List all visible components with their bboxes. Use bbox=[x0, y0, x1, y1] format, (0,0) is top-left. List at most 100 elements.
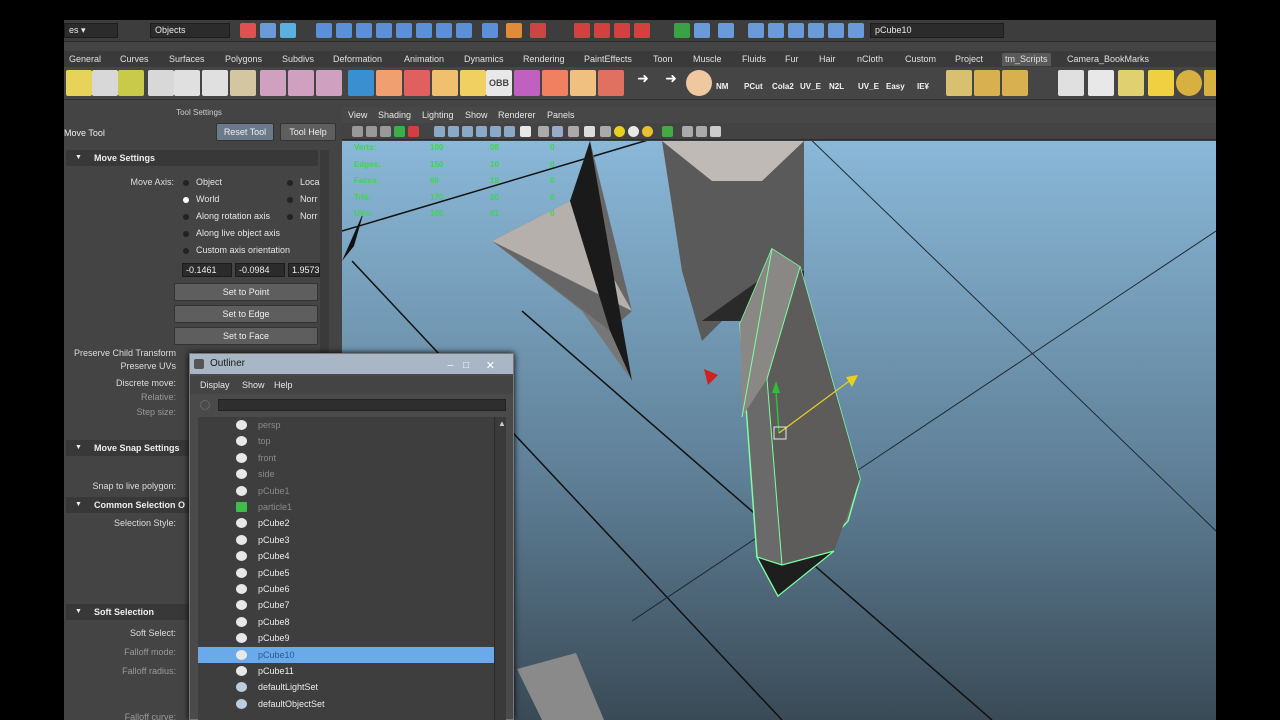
dots-icon[interactable] bbox=[598, 70, 624, 96]
minimize-icon[interactable]: – bbox=[447, 356, 453, 376]
outliner-item[interactable]: pCube10 bbox=[198, 646, 494, 663]
outliner-titlebar[interactable]: Outliner – □ ✕ bbox=[190, 354, 513, 374]
poly-cube-icon[interactable] bbox=[202, 70, 228, 96]
outliner-item[interactable]: pCube11 bbox=[198, 663, 494, 679]
cylinder-icon[interactable] bbox=[974, 70, 1000, 96]
outliner-item[interactable]: pCube8 bbox=[198, 614, 494, 630]
checker-icon[interactable] bbox=[1088, 70, 1114, 96]
outliner-item[interactable]: persp bbox=[198, 417, 494, 433]
snap-curve-red-icon[interactable] bbox=[594, 23, 610, 38]
viewport-menu-show[interactable]: Show bbox=[465, 110, 488, 120]
radio-rotation-axis[interactable] bbox=[183, 214, 189, 220]
fur-icon[interactable] bbox=[542, 70, 568, 96]
axis-y-field[interactable]: -0.0984 bbox=[235, 263, 285, 277]
shelf-tab-painteffects[interactable]: PaintEffects bbox=[581, 53, 635, 66]
select-misc-icon[interactable] bbox=[456, 23, 472, 38]
snap-surface-icon[interactable] bbox=[396, 23, 412, 38]
outliner-item[interactable]: pCube4 bbox=[198, 548, 494, 564]
shelf-tab-ncloth[interactable]: nCloth bbox=[854, 53, 886, 66]
outliner-item[interactable]: side bbox=[198, 466, 494, 482]
snap-plane-icon[interactable] bbox=[376, 23, 392, 38]
grid-toggle-icon[interactable] bbox=[408, 126, 419, 137]
select-tool-icon[interactable] bbox=[66, 70, 92, 96]
ep-curve-icon[interactable] bbox=[148, 70, 174, 96]
gear-icon[interactable] bbox=[1176, 70, 1202, 96]
light-icon[interactable] bbox=[614, 126, 625, 137]
shelf-tab-hair[interactable]: Hair bbox=[816, 53, 839, 66]
layout-icon[interactable] bbox=[828, 23, 844, 38]
maximize-icon[interactable]: □ bbox=[463, 356, 469, 376]
reset-tool-button[interactable]: Reset Tool bbox=[216, 123, 274, 141]
viewport-menu-shading[interactable]: Shading bbox=[378, 110, 411, 120]
snap-grid-icon[interactable] bbox=[316, 23, 332, 38]
color-ball-icon[interactable] bbox=[514, 70, 540, 96]
close-icon[interactable]: ✕ bbox=[486, 356, 495, 376]
share-icon[interactable] bbox=[710, 126, 721, 137]
outliner-item[interactable]: pCube1 bbox=[198, 483, 494, 499]
outliner-item[interactable]: particle1 bbox=[198, 499, 494, 515]
shelf-tab-fluids[interactable]: Fluids bbox=[739, 53, 769, 66]
nurbs-square-icon[interactable] bbox=[174, 70, 200, 96]
grid-icon[interactable] bbox=[1058, 70, 1084, 96]
uv-icon[interactable] bbox=[1118, 70, 1144, 96]
construction-icon[interactable] bbox=[718, 23, 734, 38]
radio-normal-2[interactable] bbox=[287, 214, 293, 220]
hq-icon[interactable] bbox=[696, 126, 707, 137]
arrow-script-icon[interactable]: ➜ bbox=[630, 70, 656, 96]
image-plane-icon[interactable] bbox=[394, 126, 405, 137]
shelf-tab-dynamics[interactable]: Dynamics bbox=[461, 53, 507, 66]
select-hierarchy-icon[interactable] bbox=[240, 23, 256, 38]
shelf-tab-general[interactable]: General bbox=[66, 53, 104, 66]
shelf-tab-muscle[interactable]: Muscle bbox=[690, 53, 725, 66]
outliner-item[interactable]: pCube5 bbox=[198, 565, 494, 581]
shadow-icon[interactable] bbox=[628, 126, 639, 137]
flow-icon[interactable] bbox=[432, 70, 458, 96]
snap-plane-red-icon[interactable] bbox=[634, 23, 650, 38]
menu-set-dropdown[interactable]: es ▾ bbox=[64, 23, 118, 38]
move-settings-header[interactable]: Move Settings bbox=[66, 150, 318, 166]
radio-world[interactable] bbox=[183, 197, 189, 203]
xray-icon[interactable] bbox=[662, 126, 673, 137]
flat-shade-icon[interactable] bbox=[568, 126, 579, 137]
uv-grid-icon[interactable] bbox=[1148, 70, 1174, 96]
outliner-item[interactable]: defaultObjectSet bbox=[198, 696, 494, 712]
snap-curve-icon[interactable] bbox=[336, 23, 352, 38]
outliner-item[interactable]: defaultLightSet bbox=[198, 679, 494, 695]
lock-icon[interactable] bbox=[506, 23, 522, 38]
hypershade-icon[interactable] bbox=[808, 23, 824, 38]
outliner-item[interactable]: pCube9 bbox=[198, 630, 494, 646]
isolate-icon[interactable] bbox=[682, 126, 693, 137]
film-gate-icon[interactable] bbox=[434, 126, 445, 137]
shelf-tab-custom[interactable]: Custom bbox=[902, 53, 939, 66]
bookmark-icon[interactable] bbox=[380, 126, 391, 137]
safe-action-icon[interactable] bbox=[490, 126, 501, 137]
extra-icon[interactable] bbox=[1204, 70, 1216, 96]
set-to-point-button[interactable]: Set to Point bbox=[174, 283, 318, 301]
set-to-edge-button[interactable]: Set to Edge bbox=[174, 305, 318, 323]
render-icon[interactable] bbox=[348, 70, 374, 96]
filter-icon[interactable] bbox=[200, 400, 210, 410]
object-name-field[interactable]: pCube10 bbox=[870, 23, 1004, 38]
arrow-script-icon[interactable]: ➜ bbox=[658, 70, 684, 96]
select-component-icon[interactable] bbox=[280, 23, 296, 38]
shelf-tab-deformation[interactable]: Deformation bbox=[330, 53, 385, 66]
graph-icon[interactable] bbox=[848, 23, 864, 38]
radio-live-object-axis[interactable] bbox=[183, 231, 189, 237]
snap-grid-red-icon[interactable] bbox=[574, 23, 590, 38]
shelf-tab-project[interactable]: Project bbox=[952, 53, 986, 66]
paint-icon[interactable] bbox=[376, 70, 402, 96]
axis-x-field[interactable]: -0.1461 bbox=[182, 263, 232, 277]
outliner-item[interactable]: pCube2 bbox=[198, 515, 494, 531]
radio-local[interactable] bbox=[287, 180, 293, 186]
safe-title-icon[interactable] bbox=[504, 126, 515, 137]
set-to-face-button[interactable]: Set to Face bbox=[174, 327, 318, 345]
shelf-tab-rendering[interactable]: Rendering bbox=[520, 53, 568, 66]
select-object-icon[interactable] bbox=[260, 23, 276, 38]
resolution-gate-icon[interactable] bbox=[448, 126, 459, 137]
outliner-menu-show[interactable]: Show bbox=[242, 380, 265, 390]
cylinders-icon[interactable] bbox=[946, 70, 972, 96]
ik-tool-icon[interactable] bbox=[316, 70, 342, 96]
viewport-menu-renderer[interactable]: Renderer bbox=[498, 110, 536, 120]
render-frame-icon[interactable] bbox=[748, 23, 764, 38]
all-lights-icon[interactable] bbox=[642, 126, 653, 137]
